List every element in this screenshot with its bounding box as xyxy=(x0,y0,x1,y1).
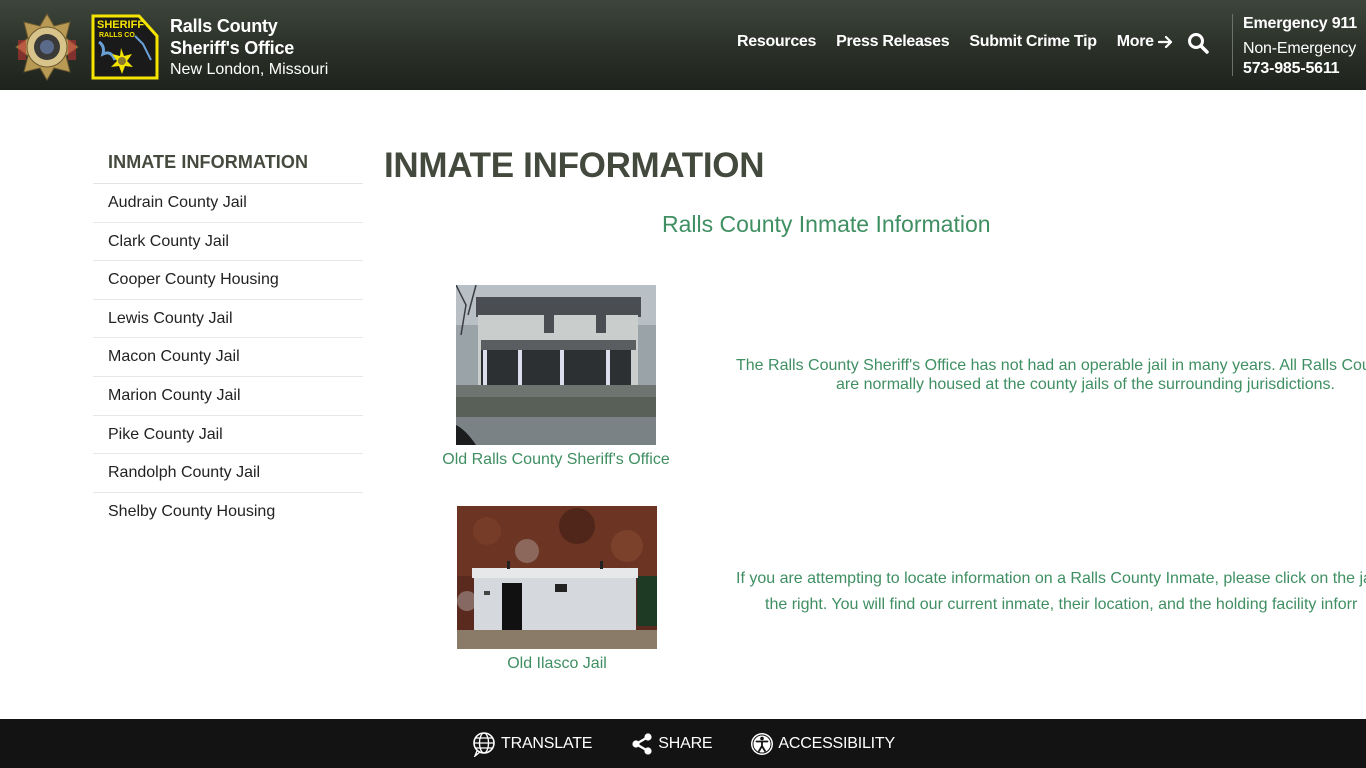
sidebar: INMATE INFORMATION Audrain County Jail C… xyxy=(93,146,363,531)
sidebar-item-cooper[interactable]: Cooper County Housing xyxy=(93,261,363,300)
nav-more-label: More xyxy=(1116,33,1154,50)
header-divider xyxy=(1232,14,1233,76)
paragraph-line: The Ralls County Sheriff's Office has no… xyxy=(736,357,1366,374)
sidebar-item-clark[interactable]: Clark County Jail xyxy=(93,223,363,262)
sidebar-item-audrain[interactable]: Audrain County Jail xyxy=(93,184,363,223)
share-icon xyxy=(632,732,652,755)
nav-resources[interactable]: Resources xyxy=(737,33,816,51)
svg-text:RALLS CO.: RALLS CO. xyxy=(99,32,137,39)
site-header: SHERIFF RALLS CO. Ralls County Sheriff's… xyxy=(0,0,1366,90)
contact-info: Emergency 911 Non-Emergency 573-985-5611 xyxy=(1243,14,1357,79)
figure-old-ilasco-jail: Old Ilasco Jail xyxy=(437,506,677,673)
svg-text:SHERIFF: SHERIFF xyxy=(97,19,144,31)
sidebar-item-lewis[interactable]: Lewis County Jail xyxy=(93,300,363,339)
brand-county: Ralls County xyxy=(170,16,278,36)
paragraph-line: are normally housed at the county jails … xyxy=(836,376,1335,393)
nav-press-releases[interactable]: Press Releases xyxy=(836,33,950,51)
accessibility-icon xyxy=(751,732,774,755)
brand-office: Sheriff's Office xyxy=(170,38,295,58)
figure-old-sheriffs-office: Old Ralls County Sheriff's Office xyxy=(436,284,676,469)
figure-caption: Old Ilasco Jail xyxy=(507,655,607,672)
translate-button[interactable]: TRANSLATE xyxy=(471,731,592,757)
locate-inmate-paragraph: If you are attempting to locate informat… xyxy=(736,566,1366,618)
nav-more[interactable]: More xyxy=(1117,33,1174,51)
emergency-number[interactable]: Emergency 911 xyxy=(1243,14,1357,34)
sidebar-title: INMATE INFORMATION xyxy=(93,146,363,184)
sidebar-item-marion[interactable]: Marion County Jail xyxy=(93,377,363,416)
sheriff-badge-logo[interactable] xyxy=(14,12,80,82)
accessibility-label: ACCESSIBILITY xyxy=(778,734,895,752)
non-emergency-label: Non-Emergency xyxy=(1243,40,1357,57)
footer-toolbar: TRANSLATE SHARE ACCESSIBILITY xyxy=(0,719,1366,768)
paragraph-line: the right. You will find our current inm… xyxy=(765,596,1358,613)
arrow-right-icon xyxy=(1157,35,1172,49)
non-emergency-phone[interactable]: 573-985-5611 xyxy=(1243,59,1357,79)
page-title: INMATE INFORMATION xyxy=(384,146,765,185)
sheriff-patch-logo[interactable]: SHERIFF RALLS CO. xyxy=(91,14,159,80)
jail-status-paragraph: The Ralls County Sheriff's Office has no… xyxy=(736,356,1366,394)
main-nav: Resources Press Releases Submit Crime Ti… xyxy=(737,33,1194,51)
nav-submit-crime-tip[interactable]: Submit Crime Tip xyxy=(969,33,1097,51)
brand-location: New London, Missouri xyxy=(170,61,329,78)
share-label: SHARE xyxy=(658,734,713,752)
old-sheriffs-office-photo xyxy=(455,284,656,445)
sidebar-item-randolph[interactable]: Randolph County Jail xyxy=(93,454,363,493)
search-icon[interactable] xyxy=(1186,31,1210,55)
sidebar-item-shelby[interactable]: Shelby County Housing xyxy=(93,493,363,532)
globe-icon xyxy=(473,731,495,757)
sidebar-item-pike[interactable]: Pike County Jail xyxy=(93,416,363,455)
sidebar-item-macon[interactable]: Macon County Jail xyxy=(93,338,363,377)
site-brand[interactable]: Ralls County Sheriff's Office New London… xyxy=(170,15,328,80)
section-subtitle: Ralls County Inmate Information xyxy=(662,211,991,237)
translate-label: TRANSLATE xyxy=(501,734,593,752)
old-ilasco-jail-photo xyxy=(457,506,657,649)
paragraph-line: If you are attempting to locate informat… xyxy=(736,570,1366,587)
share-button[interactable]: SHARE xyxy=(630,732,713,756)
figure-caption: Old Ralls County Sheriff's Office xyxy=(442,451,670,468)
accessibility-button[interactable]: ACCESSIBILITY xyxy=(750,732,895,756)
